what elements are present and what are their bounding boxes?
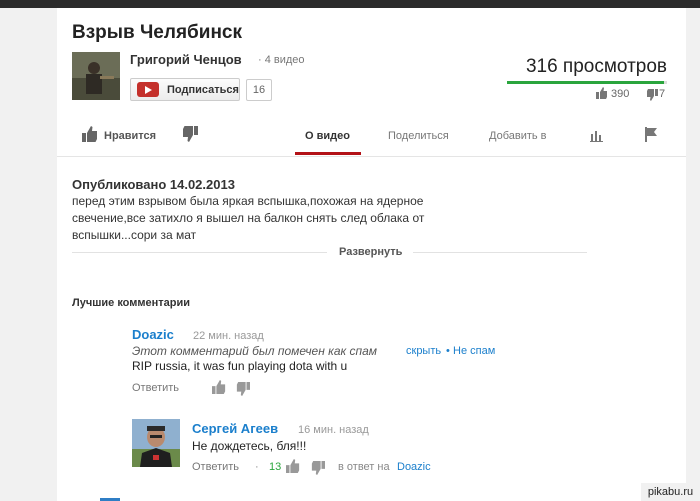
comment-like-count: 13 [269, 461, 282, 473]
like-ratio-fill [507, 81, 664, 84]
expand-button[interactable]: Развернуть [339, 246, 402, 258]
top-bar [0, 0, 700, 8]
avatar-photo [132, 419, 180, 467]
comments-section-title: Лучшие комментарии [72, 297, 191, 309]
comment-like-icon[interactable] [286, 459, 300, 473]
comment-author[interactable]: Сергей Агеев [192, 421, 278, 436]
like-ratio-bar [507, 81, 667, 84]
thumbs-up-small-icon [596, 87, 607, 99]
hide-comment-link[interactable]: скрыть [406, 345, 441, 357]
page-gutter-left [0, 8, 57, 501]
video-title: Взрыв Челябинск [72, 22, 242, 43]
thumbs-down-small-icon [647, 89, 658, 101]
subscriber-count: 16 [246, 79, 272, 101]
comment-time[interactable]: 22 мин. назад [193, 330, 264, 342]
dislike-count: 7 [659, 88, 666, 100]
reply-button[interactable]: Ответить [132, 382, 179, 394]
comment-time[interactable]: 16 мин. назад [298, 424, 369, 436]
commenter-avatar[interactable] [132, 419, 180, 467]
channel-name[interactable]: Григорий Ченцов [130, 52, 242, 67]
in-reply-to-label: в ответ на [338, 461, 390, 473]
subscribe-button[interactable]: Подписаться [130, 78, 240, 101]
dislike-icon[interactable] [182, 126, 198, 142]
comment-author[interactable]: Doazic [132, 327, 174, 342]
stats-icon[interactable] [590, 128, 604, 142]
tab-about[interactable]: О видео [305, 130, 350, 142]
divider [57, 156, 686, 157]
youtube-icon [137, 82, 159, 97]
comment-text: Не дождетесь, бля!!! [192, 439, 307, 453]
tab-share[interactable]: Поделиться [388, 130, 449, 142]
comment-spam-notice: Этот комментарий был помечен как спам [132, 344, 378, 358]
separator: · [255, 461, 259, 473]
channel-avatar[interactable] [72, 52, 120, 100]
subscribe-label: Подписаться [167, 83, 239, 96]
reply-button[interactable]: Ответить [192, 461, 239, 473]
tab-active-indicator [295, 152, 361, 155]
avatar-photo [72, 52, 120, 100]
divider [413, 252, 587, 253]
separator: • [446, 345, 450, 357]
site-watermark: pikabu.ru [641, 483, 700, 501]
comment-dislike-icon[interactable] [311, 461, 325, 475]
video-description: перед этим взрывом была яркая вспышка,по… [72, 194, 425, 242]
tab-add-to[interactable]: Добавить в [489, 130, 547, 142]
view-count: 316 просмотров [525, 56, 667, 77]
comment-like-icon[interactable] [212, 380, 226, 394]
divider [72, 252, 327, 253]
flag-icon[interactable] [644, 127, 658, 142]
publish-date: Опубликовано 14.02.2013 [72, 177, 235, 192]
like-count: 390 [611, 88, 630, 100]
channel-video-count[interactable]: · 4 видео [258, 54, 305, 66]
like-icon[interactable] [82, 126, 98, 142]
page-gutter-right [686, 8, 700, 501]
comment-text: RIP russia, it was fun playing dota with… [132, 359, 348, 373]
comment-dislike-icon[interactable] [236, 382, 250, 396]
not-spam-link[interactable]: Не спам [453, 345, 495, 357]
like-button[interactable]: Нравится [104, 130, 156, 142]
in-reply-to-link[interactable]: Doazic [397, 461, 431, 473]
